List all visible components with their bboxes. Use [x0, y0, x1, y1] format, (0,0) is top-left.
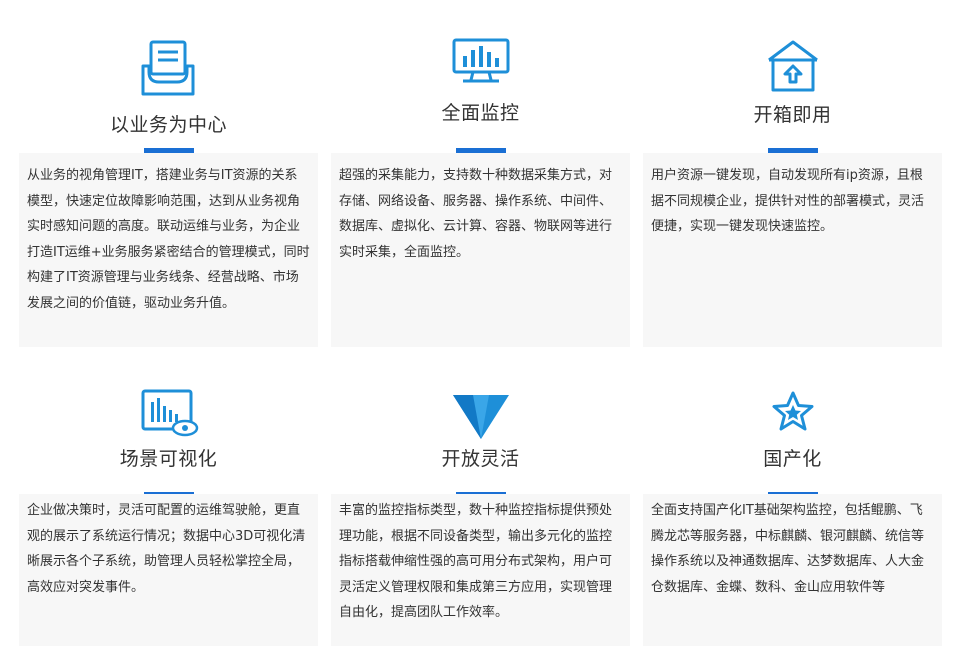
chart-eye-icon	[141, 389, 199, 437]
star-badge-icon	[772, 391, 814, 431]
feature-description: 丰富的监控指标类型，数十种监控指标提供预处理功能，根据不同设备类型，输出多元化的…	[331, 494, 630, 646]
feature-description: 全面支持国产化IT基础架构监控，包括鲲鹏、飞腾龙芯等服务器，中标麒麟、银河麒麟、…	[643, 494, 942, 646]
feature-card-localization: 国产化 全面支持国产化IT基础架构监控，包括鲲鹏、飞腾龙芯等服务器，中标麒麟、银…	[643, 0, 942, 661]
feature-title: 开放灵活	[441, 448, 520, 470]
feature-description: 企业做决策时，灵活可配置的运维驾驶舱，更直观的展示了系统运行情况；数据中心3D可…	[19, 494, 318, 646]
triangle-prism-icon	[453, 395, 509, 439]
feature-title: 国产化	[763, 448, 822, 470]
feature-card-open-flexible: 开放灵活 丰富的监控指标类型，数十种监控指标提供预处理功能，根据不同设备类型，输…	[331, 0, 630, 661]
feature-title: 场景可视化	[119, 448, 218, 470]
feature-card-scene-visualization: 场景可视化 企业做决策时，灵活可配置的运维驾驶舱，更直观的展示了系统运行情况；数…	[19, 0, 318, 661]
